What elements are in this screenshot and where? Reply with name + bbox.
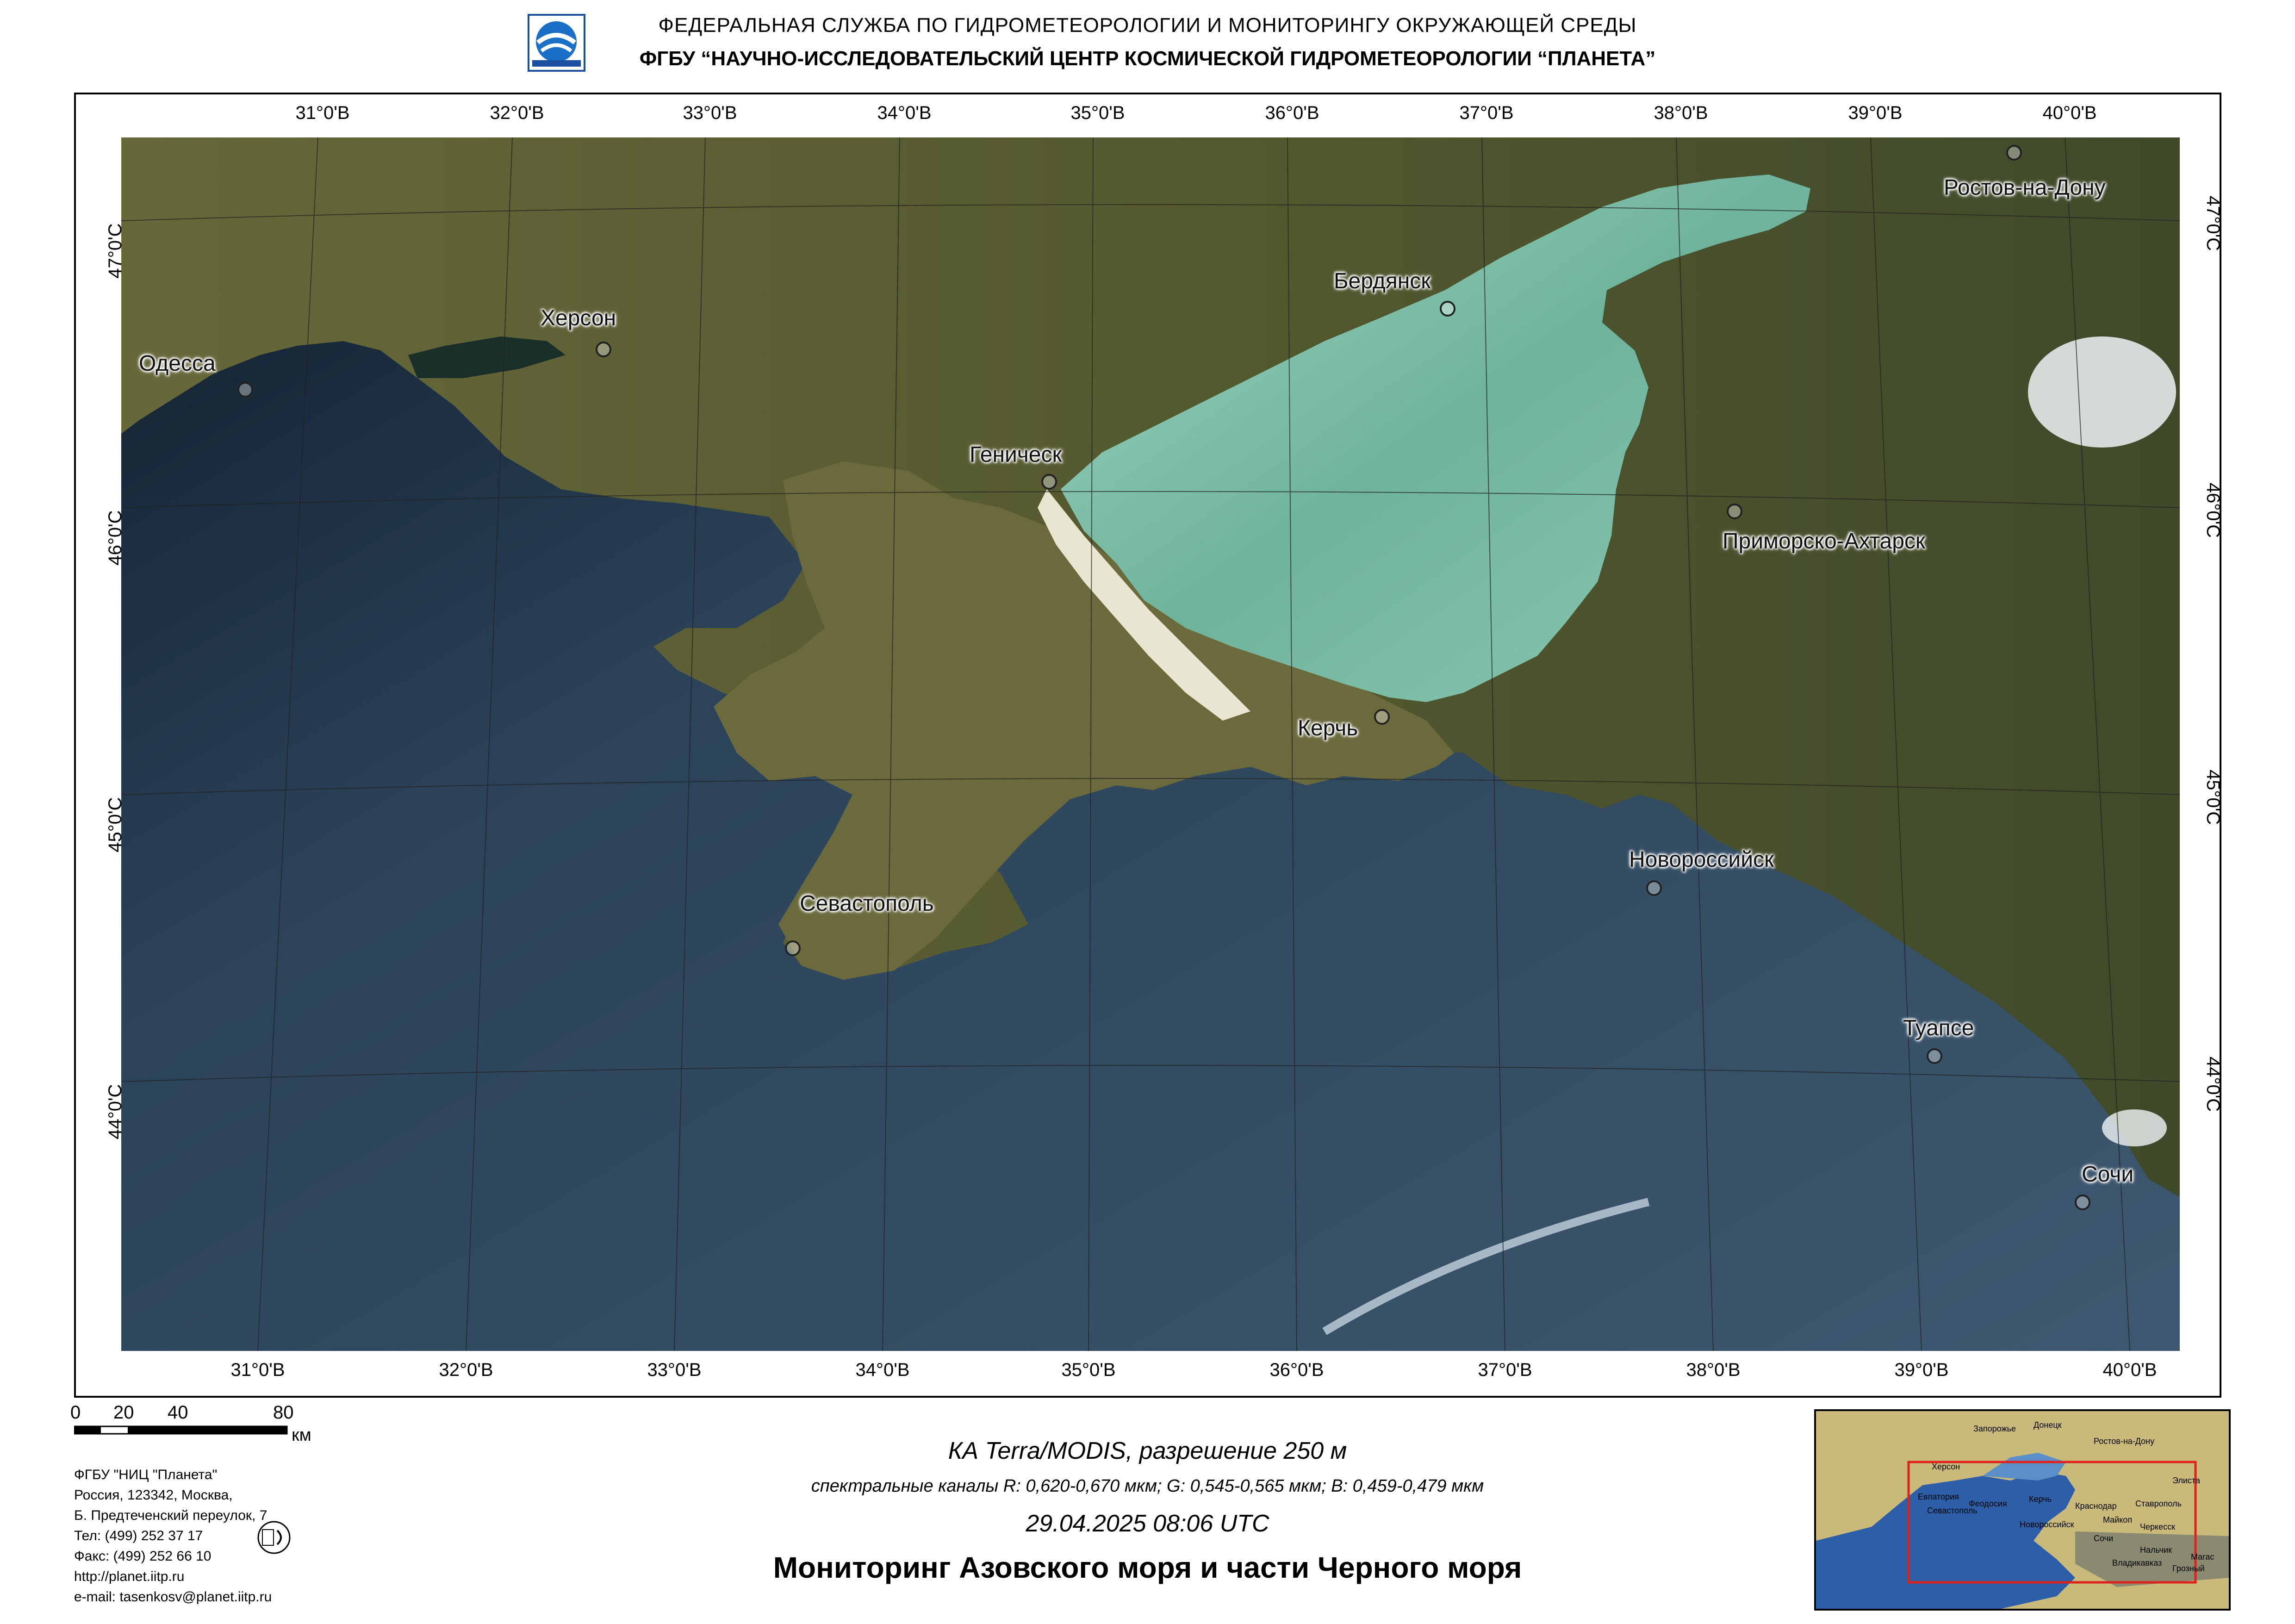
tick-lat-right: 47°0'С <box>2203 195 2224 251</box>
tick-lat-left: 47°0'С <box>105 223 126 279</box>
cloud-patch <box>2028 336 2176 448</box>
city-label: Туапсе <box>1903 1016 1974 1040</box>
tick-lon-top: 39°0'В <box>1848 103 1903 123</box>
tick-lon-bottom: 40°0'В <box>2102 1360 2157 1380</box>
city-label: Новороссийск <box>1629 847 1774 872</box>
tick-lon-bottom: 36°0'В <box>1269 1360 1324 1380</box>
tick-lon-top: 35°0'В <box>1070 103 1125 123</box>
inset-label: Запорожье <box>1973 1424 2016 1433</box>
tick-lon-top: 33°0'В <box>683 103 737 123</box>
inset-label: Черкесск <box>2140 1522 2175 1531</box>
tick-lon-bottom: 31°0'В <box>230 1360 285 1380</box>
tick-lon-bottom: 37°0'В <box>1478 1360 1532 1380</box>
tick-lon-top: 40°0'В <box>2042 103 2097 123</box>
inset-label: Евпатория <box>1918 1492 1959 1501</box>
inset-label: Феодосия <box>1969 1499 2007 1508</box>
tick-lat-right: 45°0'С <box>2203 769 2224 825</box>
city-marker-icon <box>1927 1048 1942 1064</box>
city-marker-icon <box>596 342 611 357</box>
satellite-map[interactable] <box>121 137 2180 1351</box>
satellite-map-svg <box>121 137 2180 1351</box>
inset-label: Сочи <box>2094 1534 2114 1543</box>
inset-label: Керчь <box>2029 1494 2052 1504</box>
city-label: Сочи <box>2082 1162 2134 1187</box>
inset-label: Магас <box>2191 1552 2214 1562</box>
city-marker-icon <box>1440 301 1455 317</box>
inset-overview-map[interactable]: Запорожье Донецк Ростов-на-Дону Херсон Э… <box>1814 1409 2231 1611</box>
inset-label: Новороссийск <box>2020 1520 2074 1529</box>
tick-lon-top: 37°0'В <box>1459 103 1514 123</box>
tick-lat-right: 44°0'С <box>2203 1056 2224 1112</box>
institution-email[interactable]: e-mail: tasenkosv@planet.iitp.ru <box>74 1587 272 1607</box>
tick-lon-top: 34°0'В <box>877 103 932 123</box>
city-marker-icon <box>2075 1195 2090 1210</box>
city-label: Ростов-на-Дону <box>1944 175 2106 200</box>
inset-label: Ставрополь <box>2135 1499 2182 1508</box>
city-label: Одесса <box>139 351 216 376</box>
tick-lon-bottom: 35°0'В <box>1061 1360 1116 1380</box>
cloud-patch <box>2102 1109 2167 1146</box>
tick-lat-left: 45°0'С <box>105 797 126 852</box>
city-marker-icon <box>1374 709 1390 725</box>
tick-lon-bottom: 33°0'В <box>647 1360 702 1380</box>
city-label: Севастополь <box>800 891 934 916</box>
city-label: Геническ <box>970 442 1062 467</box>
inset-label: Краснодар <box>2075 1501 2117 1511</box>
tick-lat-left: 44°0'С <box>105 1084 126 1139</box>
city-marker-icon <box>1646 880 1662 896</box>
inset-label: Херсон <box>1932 1462 1960 1471</box>
tick-lon-top: 32°0'В <box>490 103 544 123</box>
city-label: Керчь <box>1298 716 1358 740</box>
tick-lon-top: 31°0'В <box>295 103 350 123</box>
header-center-line: ФГБУ “НАУЧНО-ИССЛЕДОВАТЕЛЬСКИЙ ЦЕНТР КОС… <box>639 47 1656 70</box>
city-label: Херсон <box>541 306 616 330</box>
inset-label: Владикавказ <box>2112 1558 2162 1568</box>
inset-label: Грозный <box>2172 1564 2205 1573</box>
tick-lon-top: 38°0'В <box>1654 103 1708 123</box>
inset-label: Нальчик <box>2140 1545 2172 1555</box>
city-marker-icon <box>1727 504 1742 519</box>
tick-lat-right: 46°0'С <box>2203 482 2224 538</box>
city-marker-icon <box>2006 145 2022 161</box>
tick-lon-bottom: 38°0'В <box>1686 1360 1741 1380</box>
inset-label: Ростов-на-Дону <box>2094 1437 2155 1446</box>
tick-lon-top: 36°0'В <box>1265 103 1319 123</box>
city-label: Бердянск <box>1334 269 1431 293</box>
inset-label: Элиста <box>2172 1476 2200 1485</box>
tick-lat-left: 46°0'С <box>105 510 126 566</box>
city-label: Приморско-Ахтарск <box>1723 529 1925 554</box>
tick-lon-bottom: 34°0'В <box>855 1360 910 1380</box>
inset-label: Донецк <box>2034 1420 2062 1430</box>
header-agency-line: ФЕДЕРАЛЬНАЯ СЛУЖБА ПО ГИДРОМЕТЕОРОЛОГИИ … <box>658 14 1637 37</box>
city-marker-icon <box>237 382 253 398</box>
tick-lon-bottom: 32°0'В <box>439 1360 493 1380</box>
inset-label: Майкоп <box>2103 1515 2133 1524</box>
city-marker-icon <box>1041 474 1057 490</box>
city-marker-icon <box>785 940 801 956</box>
tick-lon-bottom: 39°0'В <box>1894 1360 1949 1380</box>
